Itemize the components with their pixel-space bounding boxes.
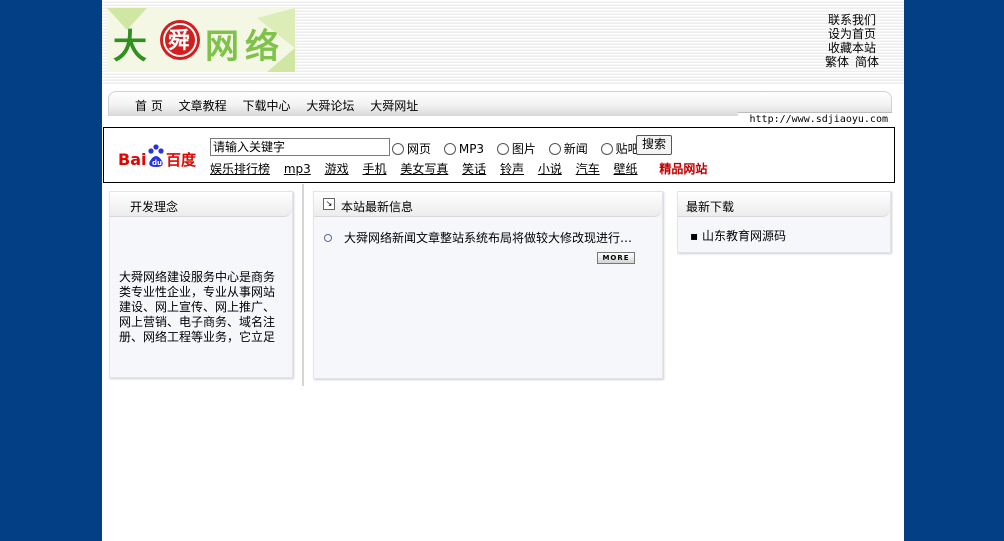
search-input[interactable]: 请输入关键字 — [210, 138, 390, 156]
nav-directory[interactable]: 大舜网址 — [370, 99, 418, 113]
svg-text:Bai: Bai — [118, 150, 146, 169]
panel-title: 最新下载 — [686, 200, 735, 214]
option-tieba[interactable]: 贴吧 — [600, 142, 640, 156]
quick-link[interactable]: 汽车 — [576, 162, 600, 176]
svg-text:百度: 百度 — [166, 151, 197, 169]
quick-link[interactable]: 壁纸 — [614, 162, 638, 176]
search-type-options: 网页 MP3 图片 新闻 贴吧 — [392, 140, 649, 157]
quick-link[interactable]: 游戏 — [325, 162, 349, 176]
quick-link[interactable]: 铃声 — [500, 162, 524, 176]
radio-icon — [392, 143, 404, 155]
download-item[interactable]: ▪ 山东教育网源码 — [690, 227, 786, 244]
site-logo[interactable]: 大 舜 网 络 — [107, 8, 295, 72]
top-links: 联系我们 设为首页 收藏本站 繁体 简体 — [802, 13, 902, 69]
more-button[interactable]: MORE — [597, 252, 635, 264]
quick-link[interactable]: 美女写真 — [400, 162, 448, 176]
radio-icon — [548, 143, 561, 155]
latest-downloads-header: 最新下载 — [678, 192, 890, 217]
nav-home[interactable]: 首 页 — [135, 99, 163, 113]
right-background — [904, 0, 1004, 541]
left-background — [0, 0, 102, 541]
contact-us-link[interactable]: 联系我们 — [802, 13, 902, 27]
philosophy-panel-header: 开发理念 — [110, 192, 292, 217]
svg-text:大: 大 — [113, 27, 147, 67]
latest-downloads-panel: 最新下载 ▪ 山东教育网源码 — [677, 191, 891, 253]
quick-link[interactable]: 小说 — [538, 162, 562, 176]
philosophy-panel: 开发理念 大舜网络建设服务中心是商务类专业性企业，专业从事网站建设、网上宣传、网… — [109, 191, 293, 378]
svg-text:网: 网 — [205, 27, 239, 67]
panel-title: 本站最新信息 — [341, 200, 414, 214]
arrow-box-icon: ↘ — [323, 198, 335, 210]
svg-text:舜: 舜 — [168, 29, 190, 54]
baidu-logo[interactable]: Bai du 百度 — [118, 143, 204, 169]
quick-link[interactable]: 笑话 — [462, 162, 486, 176]
nav-downloads[interactable]: 下载中心 — [243, 99, 291, 113]
language-links: 繁体 简体 — [802, 55, 902, 69]
column-divider — [302, 184, 304, 386]
header: 大 舜 网 络 联系我们 设为首页 收藏本站 繁体 简体 — [102, 0, 904, 84]
latest-news-panel: ↘ 本站最新信息 大舜网络新闻文章整站系统布局将做较大修改现进行… MORE — [313, 191, 663, 379]
quick-link[interactable]: 娱乐排行榜 — [210, 162, 270, 176]
radio-icon — [496, 143, 509, 155]
site-url: http://www.sdjiaoyu.com — [738, 112, 892, 126]
news-item-title[interactable]: 大舜网络新闻文章整站系统布局将做较大修改现进行… — [344, 231, 632, 245]
baidu-search-box: Bai du 百度 请输入关键字 网页 MP3 图片 新闻 贴吧 搜索 娱乐排行… — [103, 127, 895, 183]
svg-text:du: du — [152, 159, 162, 167]
panel-title: 开发理念 — [130, 200, 179, 214]
bullet-icon — [324, 234, 332, 242]
latest-news-header: ↘ 本站最新信息 — [314, 192, 662, 217]
option-news[interactable]: 新闻 — [548, 142, 588, 156]
nav-articles[interactable]: 文章教程 — [179, 99, 227, 113]
quick-link[interactable]: 手机 — [362, 162, 386, 176]
philosophy-text: 大舜网络建设服务中心是商务类专业性企业，专业从事网站建设、网上宣传、网上推广、网… — [119, 270, 276, 344]
simplified-chinese-link[interactable]: 简体 — [855, 55, 879, 69]
option-web[interactable]: 网页 — [392, 142, 431, 156]
search-button[interactable]: 搜索 — [636, 135, 673, 155]
svg-text:络: 络 — [245, 27, 279, 67]
nav-forum[interactable]: 大舜论坛 — [306, 99, 354, 113]
news-item[interactable]: 大舜网络新闻文章整站系统布局将做较大修改现进行… — [324, 229, 632, 246]
traditional-chinese-link[interactable]: 繁体 — [825, 55, 849, 69]
page-container: 大 舜 网 络 联系我们 设为首页 收藏本站 繁体 简体 首 页 文章教程 下载中… — [102, 0, 904, 541]
set-homepage-link[interactable]: 设为首页 — [802, 27, 902, 41]
radio-icon — [600, 143, 613, 155]
bookmark-link[interactable]: 收藏本站 — [802, 41, 902, 55]
radio-icon — [443, 143, 456, 155]
search-quick-links: 娱乐排行榜 mp3 游戏 手机 美女写真 笑话 铃声 小说 汽车 壁纸 精品网站 — [210, 160, 717, 177]
option-mp3[interactable]: MP3 — [443, 142, 484, 156]
option-images[interactable]: 图片 — [496, 142, 536, 156]
quick-link[interactable]: mp3 — [284, 162, 311, 176]
featured-sites-link[interactable]: 精品网站 — [659, 162, 707, 176]
